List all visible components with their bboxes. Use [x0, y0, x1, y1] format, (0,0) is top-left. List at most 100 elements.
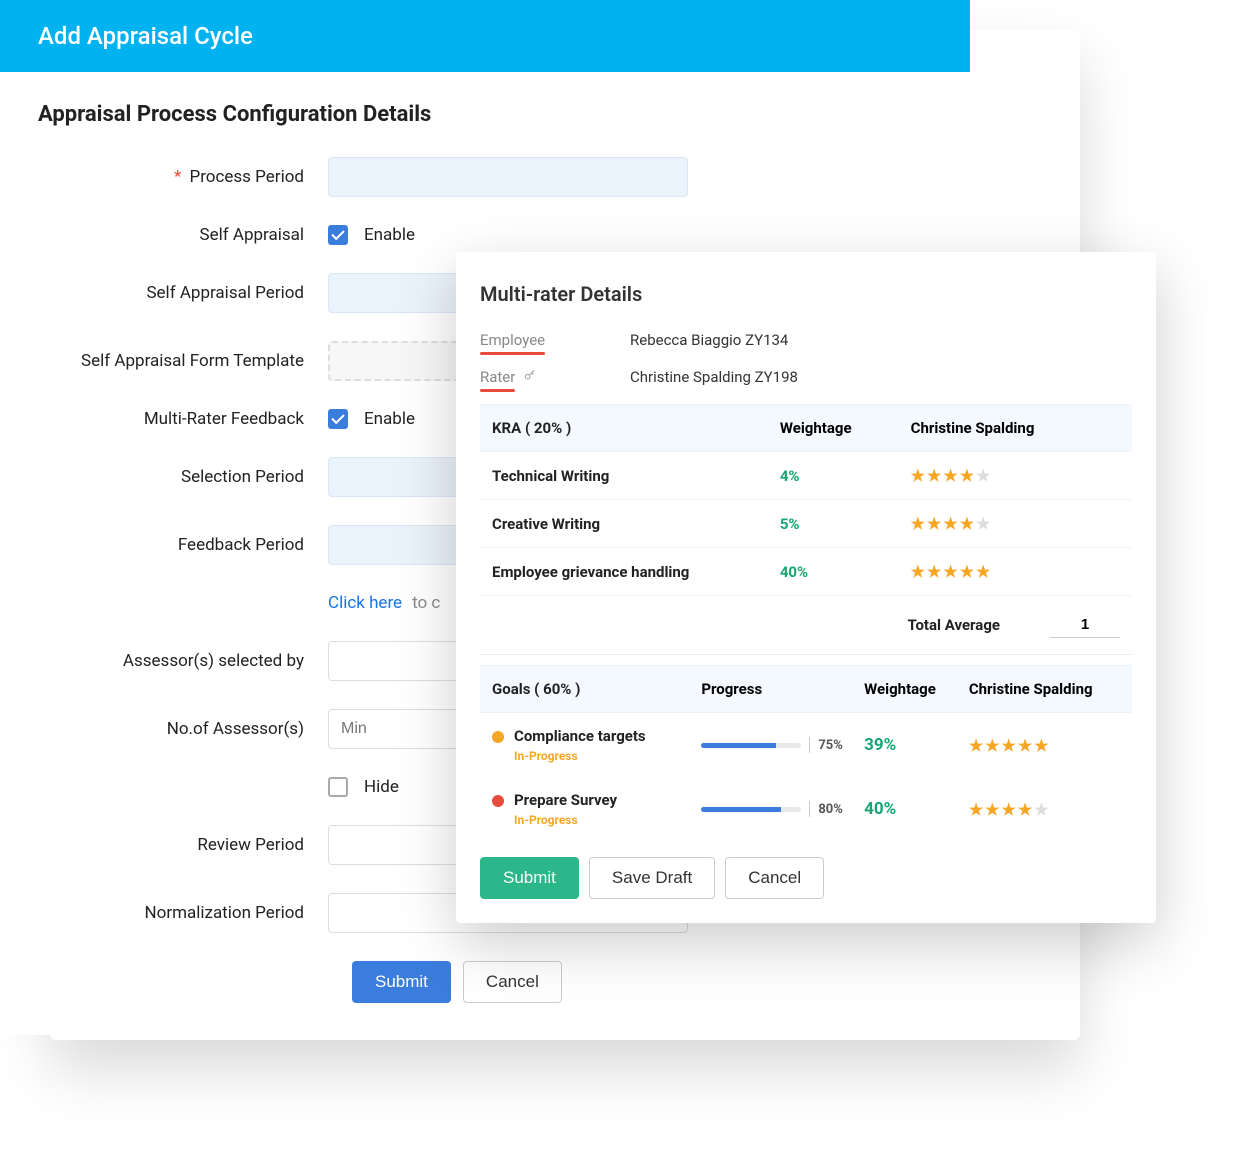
click-here-link[interactable]: Click here — [328, 593, 402, 613]
label-self-appraisal-period: Self Appraisal Period — [146, 283, 304, 303]
label-review-period: Review Period — [197, 835, 304, 855]
multi-rater-overlay: Multi-rater Details Employee Rebecca Bia… — [456, 252, 1156, 923]
submit-button[interactable]: Submit — [352, 961, 451, 1003]
goal-progress-cell: 75% — [701, 737, 864, 753]
star-rating[interactable]: ★★★★★ — [911, 562, 1120, 581]
star-icon: ★ — [976, 562, 990, 581]
total-average-label: Total Average — [492, 616, 1050, 634]
star-icon: ★ — [976, 514, 990, 533]
star-icon: ★ — [927, 514, 941, 533]
detail-rater: Rater Christine Spalding ZY198 — [480, 367, 1132, 386]
kra-rater-cell: ★★★★★ — [911, 514, 1120, 533]
goal-name: Prepare Survey — [514, 791, 617, 809]
goals-header-label: Goals ( 60% ) — [492, 680, 701, 698]
goal-name: Compliance targets — [514, 727, 646, 745]
status-dot-icon — [492, 731, 504, 743]
goals-header-progress: Progress — [701, 680, 864, 698]
star-icon: ★ — [1018, 800, 1032, 819]
detail-value-employee: Rebecca Biaggio ZY134 — [630, 331, 788, 349]
required-mark: * — [174, 167, 181, 187]
progress-bar — [701, 807, 801, 812]
star-icon: ★ — [985, 800, 999, 819]
goal-name-cell: Prepare SurveyIn-Progress — [492, 791, 701, 827]
goal-rows: Compliance targetsIn-Progress75%39%★★★★★… — [480, 713, 1132, 841]
key-icon — [523, 371, 537, 386]
overlay-actions: Submit Save Draft Cancel — [480, 857, 1132, 899]
kra-row: Employee grievance handling40%★★★★★ — [480, 548, 1132, 596]
star-rating[interactable]: ★★★★★ — [969, 800, 1120, 819]
star-rating[interactable]: ★★★★★ — [911, 514, 1120, 533]
kra-rows: Technical Writing4%★★★★★Creative Writing… — [480, 452, 1132, 596]
kra-rater-cell: ★★★★★ — [911, 466, 1120, 485]
overlay-save-draft-button[interactable]: Save Draft — [589, 857, 715, 899]
label-process-period: Process Period — [189, 167, 304, 187]
goal-row: Compliance targetsIn-Progress75%39%★★★★★ — [480, 713, 1132, 777]
star-icon: ★ — [976, 466, 990, 485]
checkbox-multi-rater[interactable] — [328, 409, 348, 429]
goals-header-rater: Christine Spalding — [969, 680, 1120, 698]
kra-weight: 4% — [780, 467, 911, 485]
label-multi-rater: Multi-Rater Feedback — [144, 409, 304, 429]
kra-name: Creative Writing — [492, 515, 780, 533]
star-icon: ★ — [969, 800, 983, 819]
detail-key-employee: Employee — [480, 331, 545, 349]
input-no-of-assessors-min[interactable] — [328, 709, 458, 749]
cancel-button[interactable]: Cancel — [463, 961, 562, 1003]
kra-weight: 5% — [780, 515, 911, 533]
goal-weight: 40% — [864, 799, 969, 819]
goal-progress-cell: 80% — [701, 801, 864, 817]
progress-bar — [701, 743, 801, 748]
star-icon: ★ — [985, 736, 999, 755]
kra-row: Creative Writing5%★★★★★ — [480, 500, 1132, 548]
page-header: Add Appraisal Cycle — [0, 0, 970, 72]
kra-row: Technical Writing4%★★★★★ — [480, 452, 1132, 500]
total-row: Total Average — [480, 596, 1132, 655]
goals-header-weight: Weightage — [864, 680, 969, 698]
goal-rater-cell: ★★★★★ — [969, 736, 1120, 755]
star-icon: ★ — [960, 466, 974, 485]
star-icon: ★ — [943, 466, 957, 485]
label-selection-period: Selection Period — [181, 467, 304, 487]
goal-name-cell: Compliance targetsIn-Progress — [492, 727, 701, 763]
kra-weight: 40% — [780, 563, 911, 581]
star-icon: ★ — [943, 562, 957, 581]
label-self-form-template: Self Appraisal Form Template — [81, 351, 304, 371]
kra-name: Employee grievance handling — [492, 563, 780, 581]
form-actions: Submit Cancel — [352, 961, 932, 1003]
detail-employee: Employee Rebecca Biaggio ZY134 — [480, 330, 1132, 349]
total-average-input[interactable] — [1050, 612, 1120, 638]
overlay-cancel-button[interactable]: Cancel — [725, 857, 824, 899]
star-icon: ★ — [911, 466, 925, 485]
input-process-period[interactable] — [328, 157, 688, 197]
goals-table-header: Goals ( 60% ) Progress Weightage Christi… — [480, 665, 1132, 713]
star-icon: ★ — [1002, 736, 1016, 755]
star-icon: ★ — [1034, 736, 1048, 755]
page-title: Add Appraisal Cycle — [38, 22, 253, 50]
label-no-of-assessors: No.of Assessor(s) — [167, 719, 304, 739]
kra-name: Technical Writing — [492, 467, 780, 485]
goal-rater-cell: ★★★★★ — [969, 800, 1120, 819]
star-rating[interactable]: ★★★★★ — [969, 736, 1120, 755]
checkbox-label-multi-rater: Enable — [364, 409, 415, 429]
overlay-submit-button[interactable]: Submit — [480, 857, 579, 899]
star-icon: ★ — [927, 466, 941, 485]
star-icon: ★ — [960, 514, 974, 533]
star-rating[interactable]: ★★★★★ — [911, 466, 1120, 485]
star-icon: ★ — [911, 514, 925, 533]
goal-weight: 39% — [864, 735, 969, 755]
row-process-period: * Process Period — [38, 157, 932, 197]
checkbox-self-appraisal[interactable] — [328, 225, 348, 245]
star-icon: ★ — [1002, 800, 1016, 819]
kra-rater-cell: ★★★★★ — [911, 562, 1120, 581]
checkbox-label-self-appraisal: Enable — [364, 225, 415, 245]
checkbox-hide[interactable] — [328, 777, 348, 797]
label-self-appraisal: Self Appraisal — [199, 225, 304, 245]
kra-header-rater: Christine Spalding — [911, 419, 1120, 437]
label-normalization-period: Normalization Period — [145, 903, 305, 923]
star-icon: ★ — [943, 514, 957, 533]
overlay-title: Multi-rater Details — [480, 282, 1132, 306]
kra-table-header: KRA ( 20% ) Weightage Christine Spalding — [480, 404, 1132, 452]
label-feedback-period: Feedback Period — [178, 535, 304, 555]
star-icon: ★ — [927, 562, 941, 581]
detail-key-rater: Rater — [480, 368, 515, 386]
